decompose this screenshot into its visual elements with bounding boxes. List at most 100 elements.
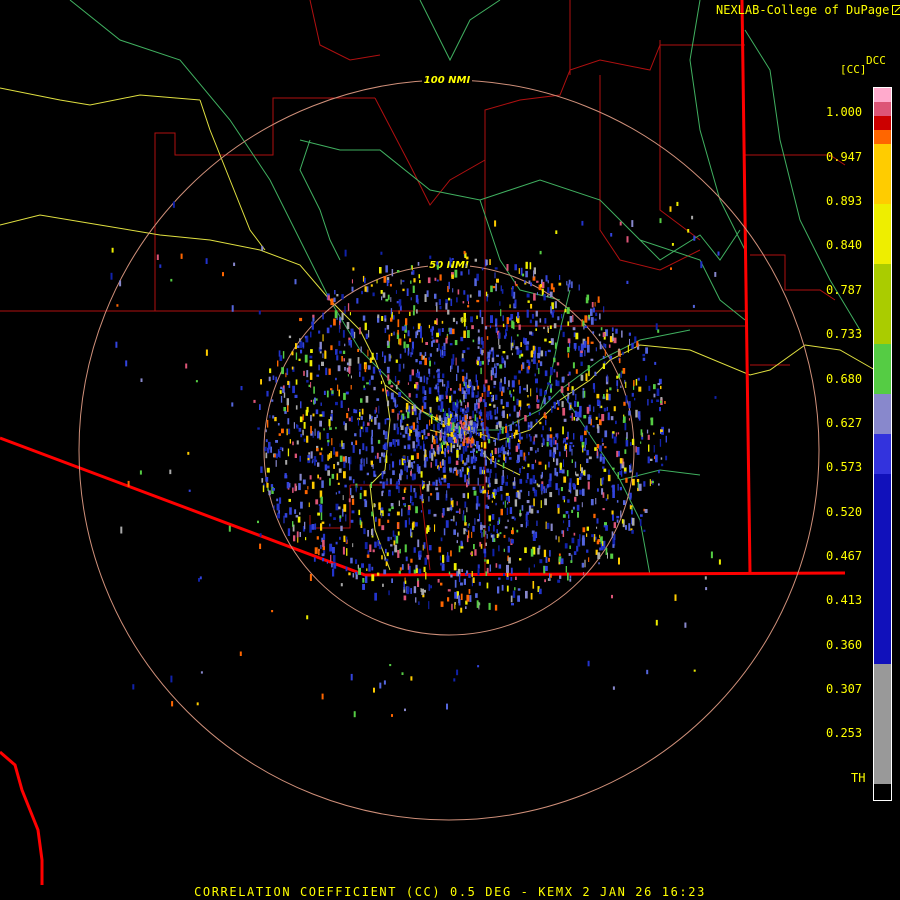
echo-pixel: [277, 449, 280, 457]
echo-pixel: [572, 483, 576, 487]
echo-pixel: [458, 425, 460, 434]
echo-pixel: [406, 426, 408, 434]
echo-pixel: [440, 582, 443, 586]
echo-pixel: [365, 427, 369, 433]
echo-pixel: [693, 669, 696, 672]
echo-pixel: [526, 511, 530, 515]
echo-pixel: [389, 478, 392, 485]
echo-pixel: [470, 437, 474, 444]
echo-pixel: [436, 261, 439, 266]
echo-pixel: [571, 459, 573, 463]
echo-pixel: [365, 395, 369, 403]
echo-pixel: [461, 358, 465, 362]
echo-pixel: [228, 525, 231, 532]
echo-pixel: [592, 425, 595, 428]
echo-pixel: [419, 551, 422, 555]
echo-pixel: [607, 494, 609, 500]
echo-pixel: [491, 514, 495, 520]
echo-pixel: [388, 334, 391, 342]
echo-pixel: [259, 543, 262, 549]
echo-pixel: [327, 439, 330, 443]
echo-pixel: [653, 432, 655, 435]
echo-pixel: [472, 448, 475, 452]
echo-pixel: [394, 399, 397, 407]
echo-pixel: [382, 351, 384, 357]
echo-pixel: [423, 395, 427, 401]
echo-pixel: [502, 410, 505, 418]
echo-pixel: [626, 432, 628, 439]
echo-pixel: [555, 379, 558, 386]
echo-pixel: [388, 590, 390, 596]
echo-pixel: [547, 287, 550, 293]
echo-pixel: [447, 436, 451, 442]
product-caption: CORRELATION COEFFICIENT (CC) 0.5 DEG - K…: [194, 885, 706, 899]
echo-pixel: [326, 465, 330, 469]
echo-pixel: [266, 482, 269, 488]
echo-pixel: [601, 438, 604, 443]
echo-pixel: [407, 444, 411, 450]
echo-pixel: [539, 388, 543, 397]
echo-pixel: [480, 422, 483, 426]
echo-pixel: [461, 467, 464, 472]
echo-pixel: [553, 323, 557, 329]
echo-pixel: [631, 529, 634, 534]
echo-pixel: [519, 558, 522, 561]
nexlab-credit-link[interactable]: NEXLAB-College of DuPage: [716, 3, 900, 17]
echo-pixel: [659, 407, 661, 412]
echo-pixel: [374, 455, 377, 459]
echo-pixel: [416, 464, 419, 467]
echo-pixel: [400, 469, 403, 476]
echo-pixel: [480, 442, 483, 448]
echo-pixel: [284, 410, 287, 414]
echo-pixel: [379, 371, 382, 375]
echo-pixel: [383, 430, 385, 435]
echo-pixel: [483, 525, 486, 528]
echo-pixel: [625, 525, 627, 530]
echo-pixel: [372, 528, 374, 537]
echo-pixel: [406, 288, 409, 296]
echo-pixel: [287, 428, 291, 435]
echo-pixel: [543, 549, 547, 558]
echo-pixel: [443, 384, 446, 387]
echo-pixel: [397, 413, 399, 420]
echo-pixel: [617, 472, 619, 479]
echo-pixel: [594, 447, 597, 451]
echo-pixel: [519, 478, 523, 484]
echo-pixel: [496, 534, 499, 538]
echo-pixel: [404, 487, 407, 490]
echo-pixel: [469, 294, 472, 298]
echo-pixel: [294, 394, 298, 398]
echo-pixel: [476, 315, 478, 320]
echo-pixel: [503, 451, 507, 455]
echo-pixel: [498, 332, 501, 339]
echo-pixel: [575, 471, 577, 476]
colorbar-label: 0.413: [826, 593, 863, 607]
echo-pixel: [347, 457, 350, 464]
echo-pixel: [383, 569, 387, 575]
echo-pixel: [603, 306, 605, 313]
echo-pixel: [634, 398, 636, 401]
echo-pixel: [438, 299, 441, 306]
echo-pixel: [567, 321, 570, 326]
echo-pixel: [362, 578, 365, 583]
echo-pixel: [231, 305, 234, 312]
echo-pixel: [278, 497, 282, 504]
echo-pixel: [440, 349, 442, 357]
echo-pixel: [477, 420, 479, 426]
echo-pixel: [588, 557, 590, 562]
echo-pixel: [545, 419, 547, 426]
echo-pixel: [342, 508, 344, 517]
echo-pixel: [480, 418, 484, 421]
echo-pixel: [549, 291, 553, 298]
echo-pixel: [120, 526, 123, 534]
echo-pixel: [495, 366, 497, 374]
echo-pixel: [509, 424, 512, 431]
echo-pixel: [411, 473, 415, 481]
echo-pixel: [604, 430, 608, 438]
echo-pixel: [613, 436, 617, 444]
echo-pixel: [555, 483, 558, 490]
echo-pixel: [458, 545, 461, 553]
echo-pixel: [497, 432, 500, 441]
echo-pixel: [489, 470, 491, 478]
colorbar-label: 0.947: [826, 150, 863, 164]
